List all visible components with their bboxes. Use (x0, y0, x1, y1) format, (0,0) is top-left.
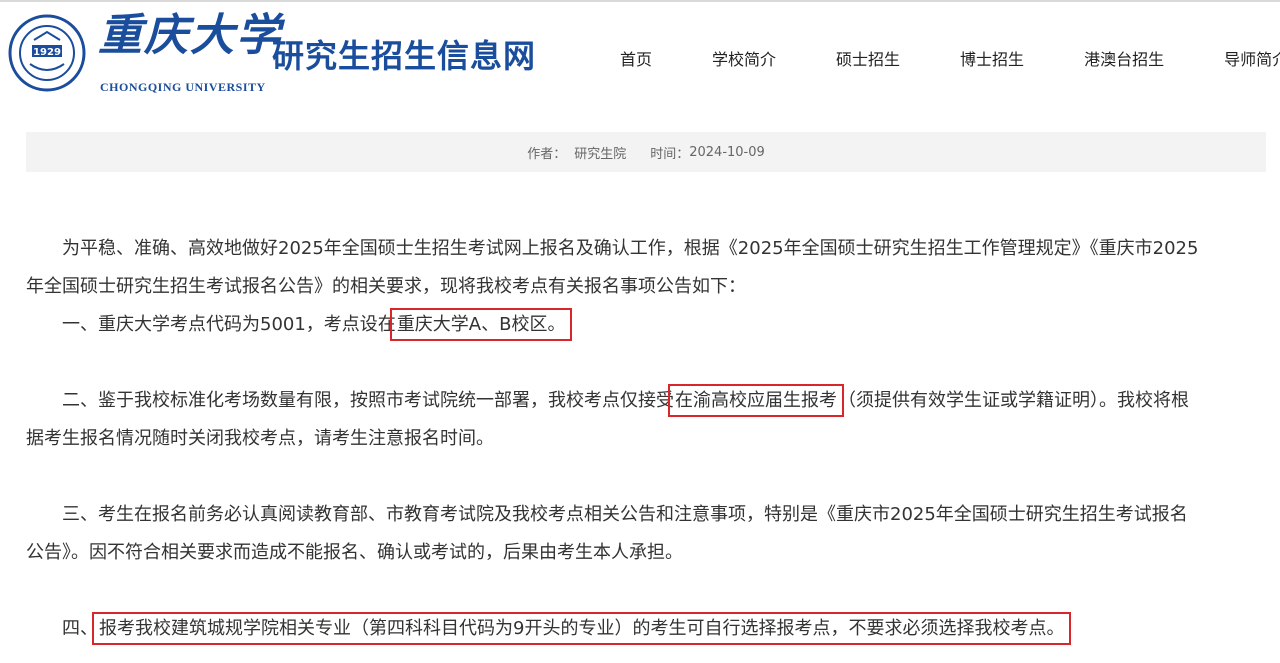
paragraph-2-text-post: （须提供有效学生证或学籍证明）。我校将根 (838, 390, 1189, 411)
paragraph-3: 三、考生在报名前务必认真阅读教育部、市教育考试院及我校考点相关公告和注意事项，特… (26, 496, 1266, 572)
paragraph-intro-line-1: 为平稳、准确、高效地做好2025年全国硕士生招生考试网上报名及确认工作，根据《2… (62, 238, 1199, 259)
highlight-campus: 重庆大学A、B校区。 (389, 308, 573, 341)
paragraph-4-number: 四、 (62, 618, 98, 639)
paragraph-4: 四、报考我校建筑城规学院相关专业（第四科科目代码为9开头的专业）的考生可自行选择… (26, 610, 1266, 648)
author-value: 研究生院 (574, 146, 627, 162)
paragraph-3-line-1: 三、考生在报名前务必认真阅读教育部、市教育考试院及我校考点相关公告和注意事项，特… (62, 504, 1188, 525)
nav-item-doctoral[interactable]: 博士招生 (960, 48, 1024, 72)
paragraph-1: 一、重庆大学考点代码为5001，考点设在重庆大学A、B校区。 (26, 306, 1266, 344)
paragraph-1-text: 一、重庆大学考点代码为5001，考点设在 (62, 314, 396, 335)
nav-item-home[interactable]: 首页 (620, 48, 652, 72)
article-body: 为平稳、准确、高效地做好2025年全国硕士生招生考试网上报名及确认工作，根据《2… (26, 230, 1266, 648)
university-seal-icon[interactable]: 1929 (8, 14, 86, 92)
paragraph-2: 二、鉴于我校标准化考场数量有限，按照市考试院统一部署，我校考点仅接受在渝高校应届… (26, 382, 1266, 458)
university-english-name: CHONGQING UNIVERSITY (100, 80, 266, 94)
nav-item-supervisors[interactable]: 导师简介 (1224, 48, 1280, 72)
main-nav: 首页 学校简介 硕士招生 博士招生 港澳台招生 导师简介 (590, 48, 1280, 72)
university-name-logo[interactable]: 重庆大学 (98, 14, 282, 58)
site-title[interactable]: 研究生招生信息网 (272, 40, 536, 72)
paragraph-intro-line-2: 年全国硕士研究生招生考试报名公告》的相关要求，现将我校考点有关报名事项公告如下： (26, 276, 746, 297)
paragraph-3-line-2: 公告》。因不符合相关要求而造成不能报名、确认或考试的，后果由考生本人承担。 (26, 542, 683, 563)
article-meta-bar: 作者： 研究生院 时间： 2024-10-09 (26, 132, 1266, 172)
paragraph-2-line-2: 据考生报名情况随时关闭我校考点，请考生注意报名时间。 (26, 428, 494, 449)
time-label: 时间： (650, 146, 690, 162)
top-divider (0, 0, 1280, 2)
paragraph-2-text-pre: 二、鉴于我校标准化考场数量有限，按照市考试院统一部署，我校考点仅接受 (62, 390, 674, 411)
nav-item-about[interactable]: 学校简介 (712, 48, 776, 72)
highlight-architecture: 报考我校建筑城规学院相关专业（第四科科目代码为9开头的专业）的考生可自行选择报考… (91, 612, 1072, 645)
paragraph-intro: 为平稳、准确、高效地做好2025年全国硕士生招生考试网上报名及确认工作，根据《2… (26, 230, 1266, 306)
author-label: 作者： (527, 146, 567, 162)
nav-item-master[interactable]: 硕士招生 (836, 48, 900, 72)
highlight-eligibility: 在渝高校应届生报考 (668, 384, 844, 417)
seal-year: 1929 (33, 47, 61, 58)
time-value: 2024-10-09 (689, 144, 765, 160)
nav-item-hmt[interactable]: 港澳台招生 (1084, 48, 1164, 72)
site-header: 1929 重庆大学 CHONGQING UNIVERSITY 研究生招生信息网 … (0, 0, 1280, 118)
